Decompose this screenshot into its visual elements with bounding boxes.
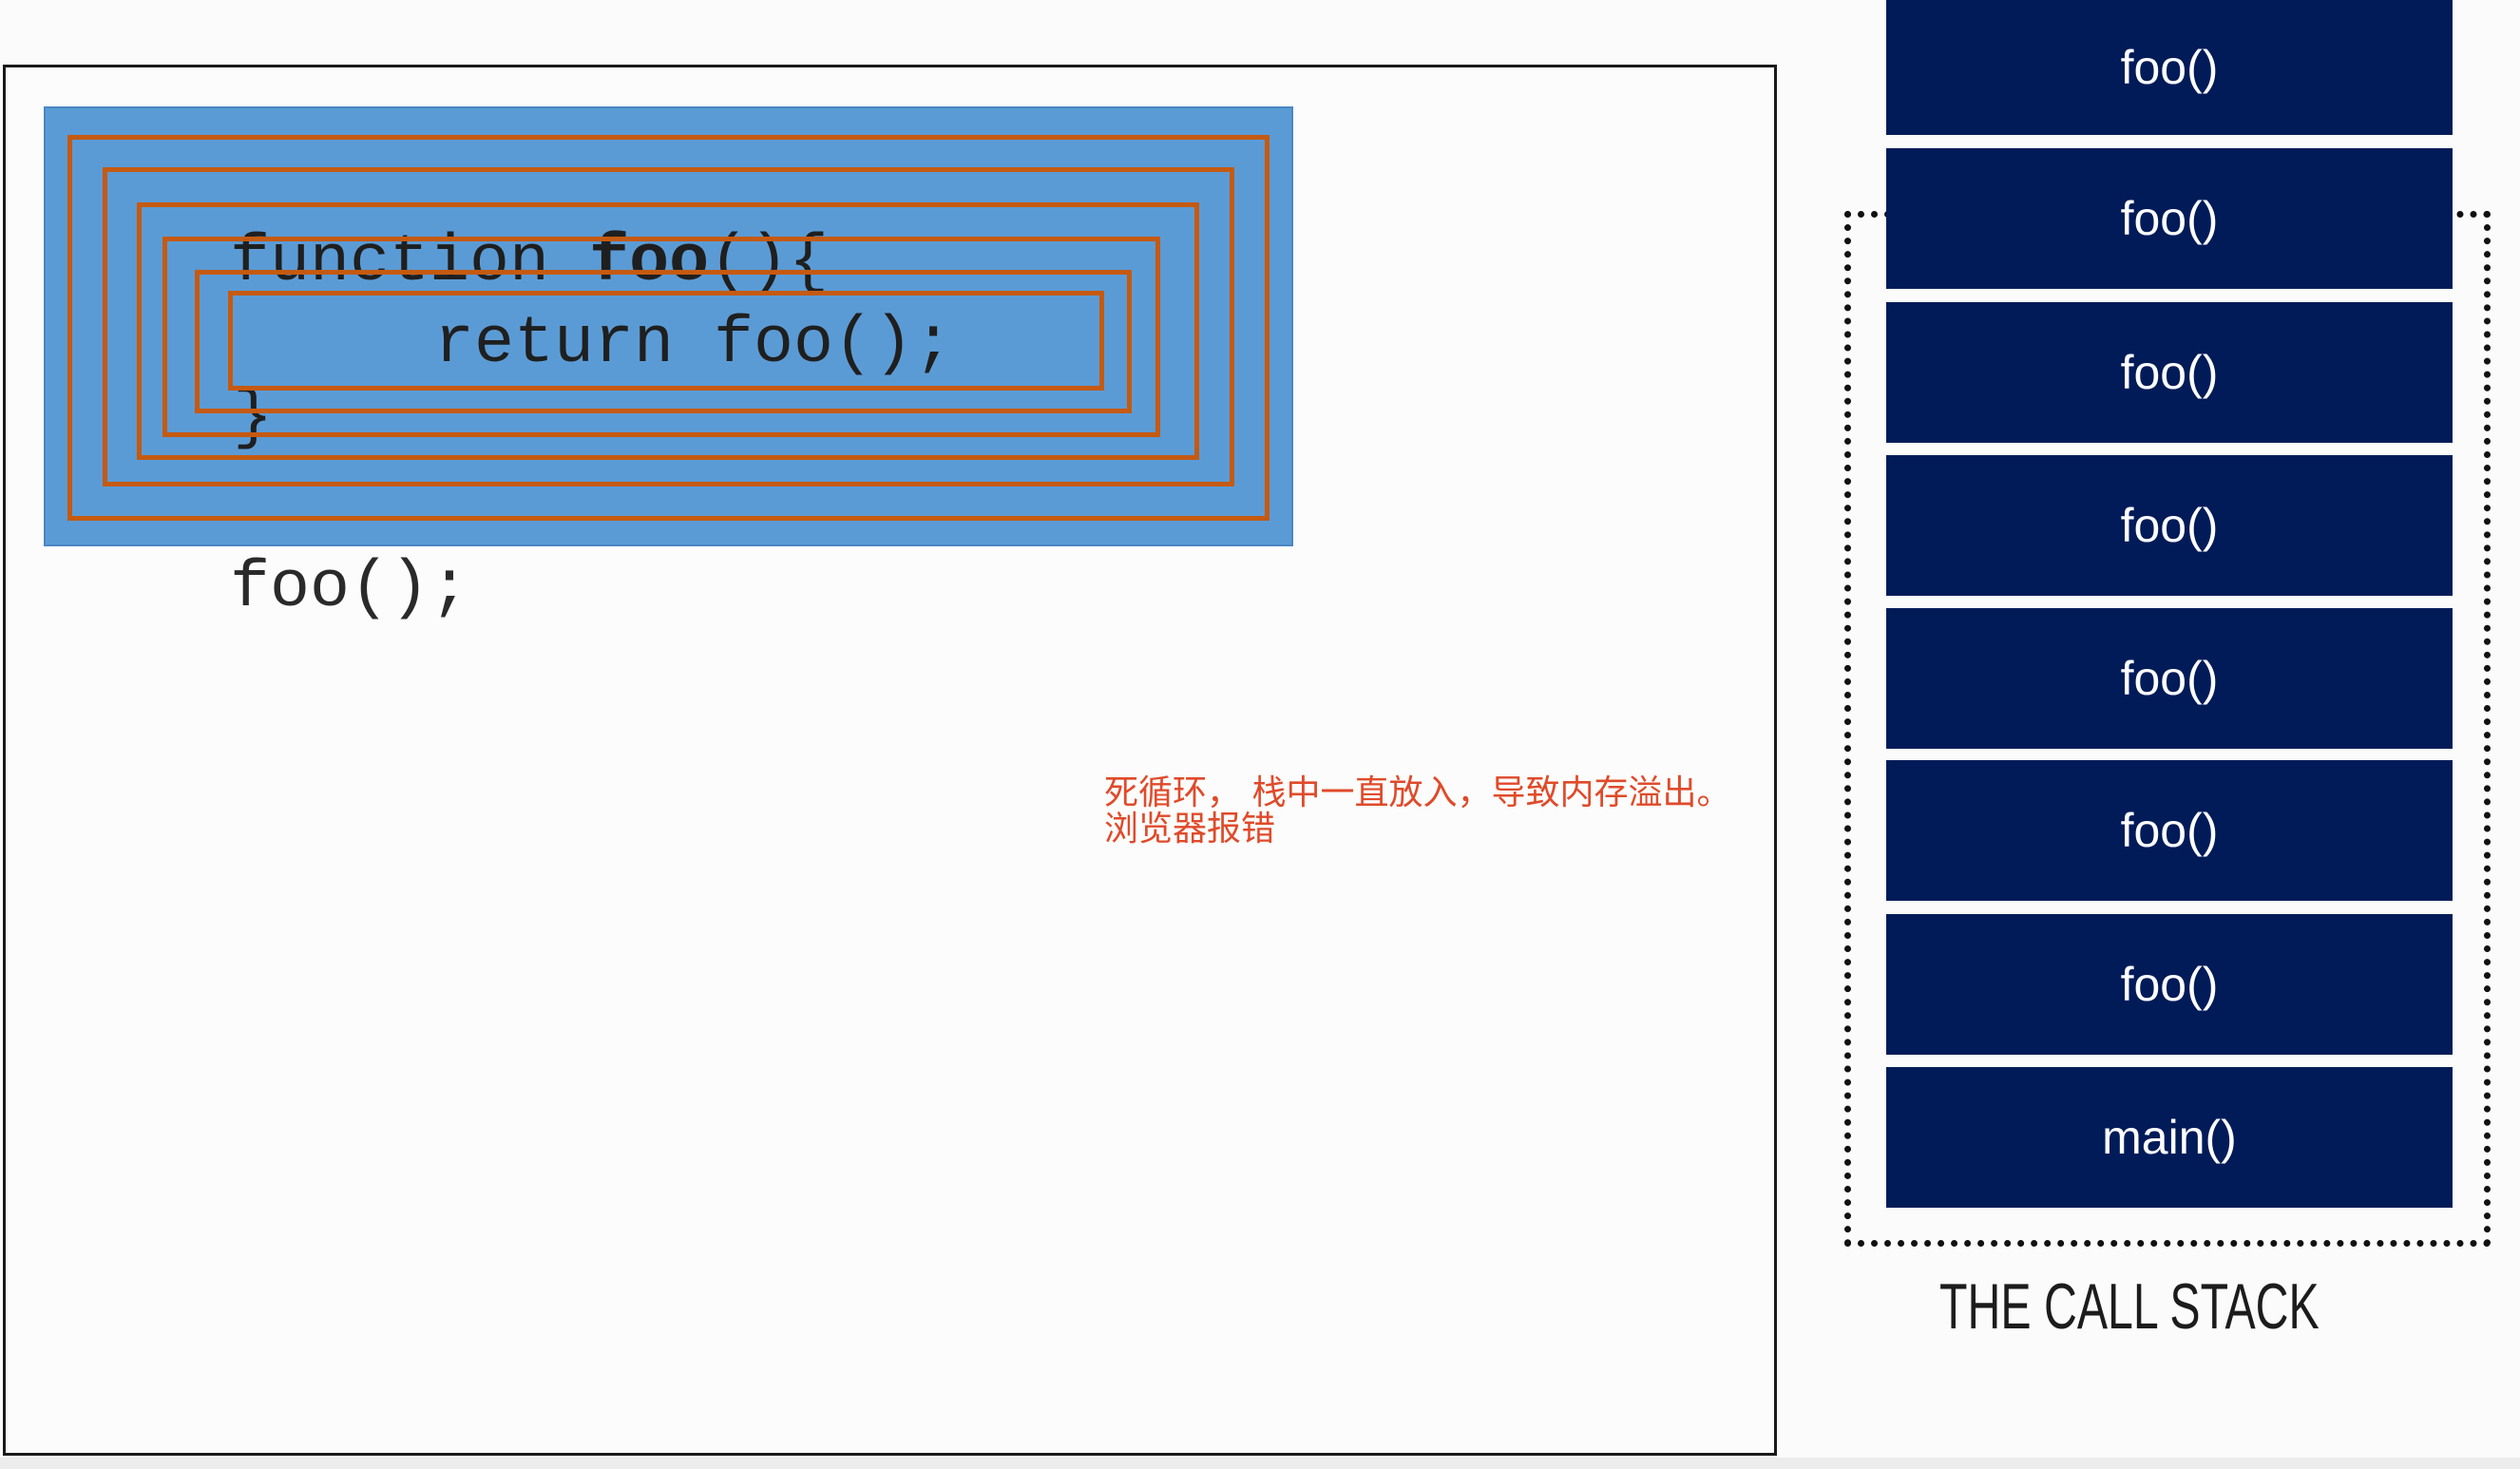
stack-frame: foo() xyxy=(1886,148,2453,289)
stack-frame-main: main() xyxy=(1886,1067,2453,1208)
stack-frame: foo() xyxy=(1886,0,2453,135)
stack-frame: foo() xyxy=(1886,760,2453,901)
stack-frame: foo() xyxy=(1886,302,2453,443)
stack-frame: foo() xyxy=(1886,608,2453,749)
stack-frame: foo() xyxy=(1886,914,2453,1055)
code-line-call: foo(); xyxy=(230,551,470,626)
call-stack-label: THE CALL STACK xyxy=(1939,1270,2320,1343)
annotation-line-2: 浏览器报错 xyxy=(1104,810,1276,849)
bottom-strip xyxy=(0,1458,2520,1469)
stack-frame: foo() xyxy=(1886,455,2453,596)
annotation-line-1: 死循环， 栈中一直放入，导致内存溢出。 xyxy=(1104,773,1731,812)
annotation-note: 死循环， 栈中一直放入，导致内存溢出。 浏览器报错 xyxy=(1104,775,1730,848)
recursion-outline-6 xyxy=(228,291,1104,391)
